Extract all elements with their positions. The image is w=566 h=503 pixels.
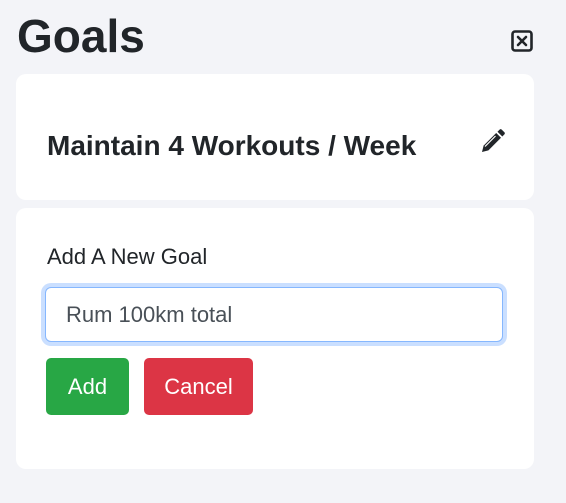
goal-title: Maintain 4 Workouts / Week (47, 130, 417, 161)
new-goal-input[interactable] (45, 287, 503, 342)
close-square-icon (511, 30, 533, 52)
cancel-button[interactable]: Cancel (144, 358, 253, 415)
pencil-icon (482, 129, 505, 152)
close-button[interactable] (511, 30, 533, 52)
page-header: Goals (0, 0, 566, 74)
add-button[interactable]: Add (46, 358, 129, 415)
page-title: Goals (17, 10, 145, 62)
edit-goal-button[interactable] (479, 129, 505, 155)
new-goal-label: Add A New Goal (47, 244, 208, 269)
goal-card: Maintain 4 Workouts / Week (16, 74, 534, 200)
new-goal-form: Add A New Goal Add Cancel (16, 208, 534, 469)
